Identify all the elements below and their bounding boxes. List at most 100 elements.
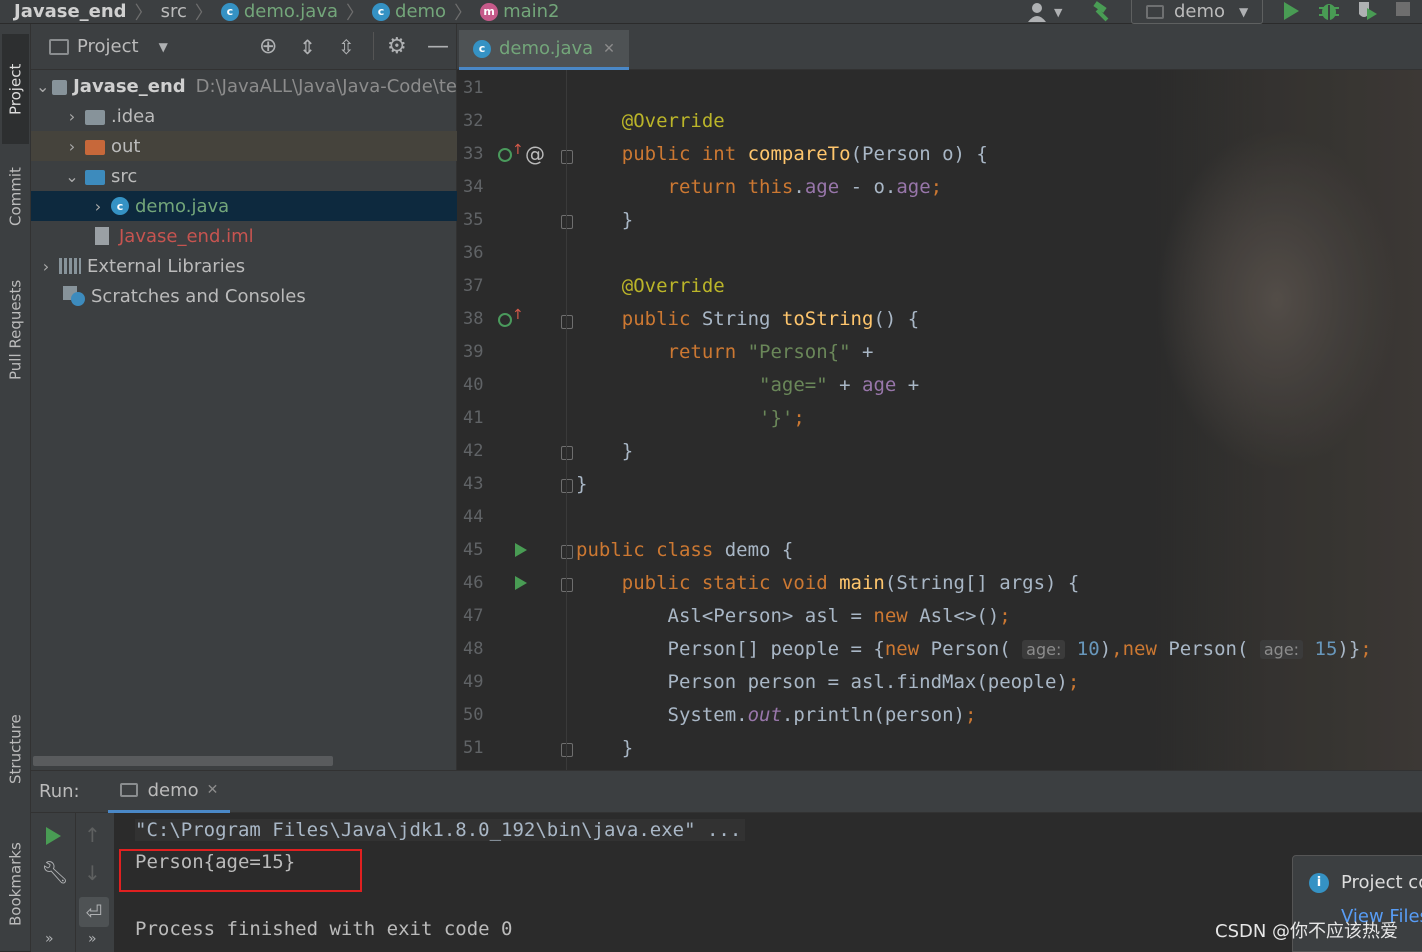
chevron-down-icon[interactable]: ▼ bbox=[159, 40, 168, 54]
editor-tab-demo-java[interactable]: c demo.java ✕ bbox=[459, 30, 629, 70]
code-line-37: @Override bbox=[621, 275, 725, 297]
arrow-up-icon[interactable]: ↑ bbox=[84, 823, 101, 847]
code-line-41: '}'; bbox=[759, 407, 805, 429]
tree-item-label: Javase_end.iml bbox=[119, 225, 254, 247]
wrench-icon[interactable]: 🔧︎ bbox=[41, 861, 69, 886]
user-menu[interactable]: ▼ bbox=[1026, 0, 1062, 24]
more-icon[interactable]: » bbox=[45, 931, 54, 947]
debug-button[interactable] bbox=[1317, 0, 1341, 24]
breadcrumb-method[interactable]: m main2 bbox=[480, 0, 560, 24]
more-icon[interactable]: » bbox=[88, 931, 97, 947]
tree-item-label: demo.java bbox=[135, 195, 230, 217]
tree-item-label: Javase_end bbox=[73, 75, 186, 97]
tool-tab-project[interactable]: Project bbox=[2, 34, 29, 144]
watermark: CSDN @你不应该热爱 bbox=[1215, 921, 1399, 942]
editor-tab-label: demo.java bbox=[499, 38, 594, 59]
breadcrumb-file[interactable]: c demo.java bbox=[220, 0, 338, 24]
parameter-hint: age: bbox=[1022, 640, 1066, 659]
breadcrumb-separator: 〉 bbox=[194, 2, 213, 24]
tree-item-demo-java[interactable]: › c demo.java bbox=[31, 191, 457, 221]
run-panel-header: Run: demo ✕ bbox=[31, 771, 1422, 813]
chevron-right-icon: › bbox=[94, 196, 102, 216]
run-icon bbox=[1284, 2, 1299, 20]
excluded-folder-icon bbox=[85, 139, 105, 155]
close-icon[interactable]: ✕ bbox=[603, 41, 615, 57]
breadcrumb-separator: 〉 bbox=[346, 2, 365, 24]
project-view-icon bbox=[49, 38, 69, 55]
tree-item-out[interactable]: › out bbox=[31, 131, 457, 161]
build-button[interactable] bbox=[1090, 0, 1116, 24]
coverage-button[interactable] bbox=[1355, 0, 1379, 24]
tool-tab-bookmarks[interactable]: Bookmarks bbox=[2, 824, 29, 944]
run-toolbar-secondary: ↑ ↓ ⏎ » bbox=[76, 813, 114, 952]
bug-icon bbox=[1319, 4, 1339, 20]
tool-tab-commit[interactable]: Commit bbox=[2, 152, 29, 242]
java-class-icon: c bbox=[220, 2, 239, 21]
run-button[interactable] bbox=[1281, 0, 1301, 24]
hide-panel-icon[interactable]: — bbox=[427, 34, 449, 59]
horizontal-scrollbar[interactable] bbox=[33, 756, 333, 766]
shield-run-icon bbox=[1359, 2, 1377, 20]
project-panel-title[interactable]: Project bbox=[77, 36, 139, 57]
tree-item-external-libraries[interactable]: › External Libraries bbox=[31, 251, 457, 281]
breadcrumb-class[interactable]: c demo bbox=[372, 0, 446, 24]
code-line-50: System.out.println(person); bbox=[576, 704, 977, 726]
tool-tab-pull-requests[interactable]: Pull Requests bbox=[2, 260, 29, 400]
code-line-32: @Override bbox=[621, 110, 725, 132]
folder-icon bbox=[85, 109, 105, 125]
code-line-42: } bbox=[576, 440, 634, 462]
code-line-51: } bbox=[576, 737, 634, 759]
navigation-bar: Javase_end 〉 src 〉 c demo.java 〉 c demo … bbox=[0, 0, 1422, 24]
run-tab-demo[interactable]: demo ✕ bbox=[107, 771, 231, 813]
breadcrumb-src[interactable]: src bbox=[161, 0, 187, 24]
locate-icon[interactable]: ⊕ bbox=[259, 34, 277, 59]
iml-file-icon bbox=[95, 227, 109, 245]
code-line-45: public class demo { bbox=[576, 539, 794, 561]
code-line-43: } bbox=[576, 473, 588, 495]
tree-item-src[interactable]: ⌄ src bbox=[31, 161, 457, 191]
run-panel: Run: demo ✕ 🔧︎ » ↑ ↓ ⏎ » "C:\Program Fil… bbox=[31, 770, 1422, 952]
chevron-right-icon: › bbox=[68, 136, 76, 156]
parameter-hint: age: bbox=[1259, 640, 1304, 659]
user-icon bbox=[1028, 3, 1046, 22]
code-line-33: public int compareTo(Person o) { bbox=[621, 143, 988, 165]
module-folder-icon bbox=[52, 79, 68, 95]
tree-item-idea[interactable]: › .idea bbox=[31, 101, 457, 131]
chevron-down-icon: ⌄ bbox=[35, 76, 50, 96]
arrow-down-icon[interactable]: ↓ bbox=[84, 861, 101, 885]
tree-item-iml[interactable]: Javase_end.iml bbox=[31, 221, 457, 251]
close-icon[interactable]: ✕ bbox=[207, 782, 219, 798]
stop-button[interactable] bbox=[1396, 2, 1410, 16]
tree-item-label: External Libraries bbox=[87, 255, 246, 277]
tree-item-path: D:\JavaALL\Java\Java-Code\te bbox=[195, 75, 457, 97]
project-panel: Project ▼ ⊕ ⇕ ⇳ ⚙ — ⌄ Javase_end D:\Java… bbox=[31, 24, 457, 770]
collapse-all-icon[interactable]: ⇳ bbox=[338, 35, 355, 59]
application-icon bbox=[1146, 4, 1164, 19]
run-tab-label: demo bbox=[147, 779, 199, 801]
console-line-command: "C:\Program Files\Java\jdk1.8.0_192\bin\… bbox=[135, 819, 746, 841]
hammer-icon bbox=[1093, 1, 1109, 22]
gear-icon[interactable]: ⚙ bbox=[387, 34, 407, 59]
code-line-49: Person person = asl.findMax(people); bbox=[576, 671, 1080, 693]
breadcrumb-project[interactable]: Javase_end bbox=[14, 0, 127, 24]
expand-all-icon[interactable]: ⇕ bbox=[299, 35, 316, 59]
rerun-icon[interactable] bbox=[43, 825, 63, 847]
tree-item-javase-end[interactable]: ⌄ Javase_end D:\JavaALL\Java\Java-Code\t… bbox=[31, 71, 457, 101]
info-icon: i bbox=[1309, 872, 1329, 893]
tree-item-label: Scratches and Consoles bbox=[91, 285, 306, 307]
run-configuration-select[interactable]: demo ▼ bbox=[1131, 0, 1263, 24]
code-editor: c demo.java ✕ 31 32 33 34 35 36 37 38 39… bbox=[457, 24, 1422, 770]
code-line-34: return this.age - o.age; bbox=[667, 176, 943, 198]
soft-wrap-icon[interactable]: ⏎ bbox=[79, 897, 109, 927]
libraries-icon bbox=[59, 258, 81, 274]
chevron-right-icon: › bbox=[42, 256, 50, 276]
breadcrumb-separator: 〉 bbox=[134, 2, 153, 24]
project-panel-header: Project ▼ ⊕ ⇕ ⇳ ⚙ — bbox=[31, 24, 457, 70]
java-class-icon: c bbox=[473, 39, 491, 58]
code-area[interactable]: @Override public int compareTo(Person o)… bbox=[457, 70, 1422, 770]
chevron-right-icon: › bbox=[68, 106, 76, 126]
tree-item-scratches[interactable]: Scratches and Consoles bbox=[31, 281, 457, 311]
scratches-icon bbox=[63, 286, 85, 306]
code-line-47: Asl<Person> asl = new Asl<>(); bbox=[576, 605, 1011, 627]
tool-tab-structure[interactable]: Structure bbox=[2, 694, 29, 804]
